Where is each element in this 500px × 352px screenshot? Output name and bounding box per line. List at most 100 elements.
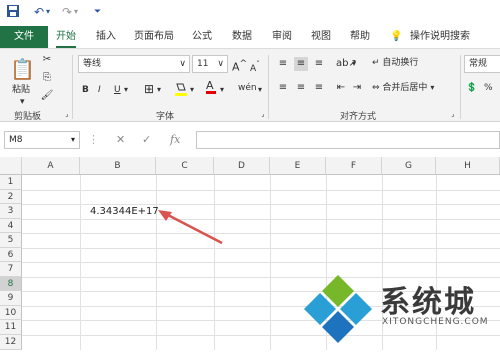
annotation-arrow bbox=[158, 210, 223, 245]
currency-icon[interactable]: 💲 bbox=[466, 81, 477, 95]
redo-icon[interactable]: ↷ bbox=[62, 4, 72, 20]
tell-me-search[interactable]: 操作说明搜索 bbox=[410, 26, 470, 48]
tab-insert[interactable]: 插入 bbox=[96, 26, 116, 48]
orientation-icon[interactable]: ab↗ bbox=[336, 57, 357, 71]
column-header-a[interactable]: A bbox=[22, 157, 80, 175]
row-header-7[interactable]: 7 bbox=[0, 262, 22, 277]
formula-input[interactable] bbox=[196, 131, 500, 149]
font-size-select[interactable]: 11 ∨ bbox=[192, 55, 228, 73]
wrap-text-button[interactable]: ↵ 自动换行 bbox=[372, 56, 418, 70]
redo-dropdown-icon[interactable]: ▾ bbox=[74, 4, 78, 20]
column-header-g[interactable]: G bbox=[382, 157, 436, 175]
format-painter-icon[interactable]: 🖌 bbox=[40, 89, 54, 103]
tab-page-layout[interactable]: 页面布局 bbox=[134, 26, 174, 48]
font-size-value: 11 bbox=[197, 59, 209, 69]
row-header-8[interactable]: 8 bbox=[0, 277, 22, 291]
font-color-dropdown-icon[interactable]: ▾ bbox=[220, 83, 224, 97]
font-group-label: 字体 bbox=[156, 112, 175, 122]
cell-b3[interactable]: 4.34344E+17 bbox=[90, 206, 159, 217]
tab-review[interactable]: 审阅 bbox=[272, 26, 292, 48]
watermark-subtitle: XITONGCHENG.COM bbox=[382, 317, 489, 327]
merge-center-button[interactable]: ⇔ 合并后居中 ▾ bbox=[372, 81, 434, 95]
divider bbox=[72, 55, 73, 119]
font-name-select[interactable]: 等线 ∨ bbox=[78, 55, 190, 73]
row-header-3[interactable]: 3 bbox=[0, 204, 22, 219]
alignment-group-label: 对齐方式 bbox=[340, 112, 377, 122]
column-header-b[interactable]: B bbox=[80, 157, 156, 175]
shrink-font-button[interactable]: Aˇ bbox=[250, 58, 260, 76]
fill-color-dropdown-icon[interactable]: ▾ bbox=[190, 83, 194, 97]
formula-bar: M8 ▾ ⋮ ✕ ✓ fx bbox=[0, 128, 500, 152]
row-header-11[interactable]: 11 bbox=[0, 320, 22, 335]
grow-font-button[interactable]: A^ bbox=[232, 57, 247, 75]
row-header-5[interactable]: 5 bbox=[0, 233, 22, 248]
row-header-6[interactable]: 6 bbox=[0, 248, 22, 262]
undo-dropdown-icon[interactable]: ▾ bbox=[46, 4, 50, 20]
orientation-dropdown-icon[interactable]: ▾ bbox=[352, 57, 356, 71]
customize-qat-icon[interactable]: ⏷ bbox=[94, 4, 101, 20]
insert-function-icon[interactable]: fx bbox=[170, 131, 180, 149]
fill-color-icon[interactable] bbox=[174, 81, 188, 102]
bold-button[interactable]: B bbox=[82, 83, 89, 97]
align-middle-icon[interactable]: ≡ bbox=[294, 57, 308, 71]
increase-indent-icon[interactable]: ⇥ bbox=[350, 81, 364, 95]
ribbon-tabs: 文件 开始 插入 页面布局 公式 数据 审阅 视图 帮助 💡 操作说明搜索 bbox=[0, 26, 500, 48]
undo-icon[interactable]: ↶ bbox=[34, 4, 44, 20]
column-header-h[interactable]: H bbox=[436, 157, 500, 175]
row-header-1[interactable]: 1 bbox=[0, 175, 22, 190]
paste-icon[interactable]: 📋 bbox=[10, 55, 35, 83]
align-right-icon[interactable]: ≡ bbox=[312, 81, 326, 95]
phonetic-icon[interactable]: wén bbox=[238, 81, 257, 95]
more-icon: ⋮ bbox=[88, 133, 99, 146]
column-header-f[interactable]: F bbox=[326, 157, 382, 175]
tab-file[interactable]: 文件 bbox=[0, 26, 48, 48]
border-icon[interactable]: ⊞ bbox=[144, 82, 154, 96]
divider bbox=[460, 55, 461, 119]
align-top-icon[interactable]: ≡ bbox=[276, 57, 290, 71]
alignment-launcher-icon[interactable]: ⌟ bbox=[446, 107, 460, 121]
percent-icon[interactable]: % bbox=[484, 81, 493, 95]
column-header-e[interactable]: E bbox=[270, 157, 326, 175]
name-box[interactable]: M8 ▾ bbox=[4, 131, 80, 149]
align-left-icon[interactable]: ≡ bbox=[276, 81, 290, 95]
merge-icon: ⇔ bbox=[372, 83, 380, 93]
tab-data[interactable]: 数据 bbox=[232, 26, 252, 48]
row-header-12[interactable]: 12 bbox=[0, 335, 22, 350]
underline-dropdown-icon[interactable]: ▾ bbox=[124, 83, 128, 97]
cut-icon[interactable]: ✂ bbox=[40, 53, 54, 67]
font-color-icon[interactable]: A bbox=[206, 79, 216, 94]
align-center-icon[interactable]: ≡ bbox=[294, 81, 308, 95]
underline-button[interactable]: U bbox=[114, 83, 121, 97]
phonetic-dropdown-icon[interactable]: ▾ bbox=[258, 83, 262, 97]
gridline bbox=[22, 219, 500, 220]
tab-help[interactable]: 帮助 bbox=[350, 26, 370, 48]
row-header-10[interactable]: 10 bbox=[0, 306, 22, 320]
number-format-select[interactable]: 常规 bbox=[464, 55, 500, 73]
gridline bbox=[22, 335, 500, 336]
column-header-d[interactable]: D bbox=[214, 157, 270, 175]
tab-formulas[interactable]: 公式 bbox=[192, 26, 212, 48]
ribbon-home: 📋 粘贴 ▾ ✂ ⎘ 🖌 剪贴板 ⌟ 等线 ∨ 11 ∨ A^ Aˇ B I U… bbox=[0, 48, 500, 122]
tab-home[interactable]: 开始 bbox=[56, 26, 76, 48]
decrease-indent-icon[interactable]: ⇤ bbox=[334, 81, 348, 95]
align-bottom-icon[interactable]: ≡ bbox=[312, 57, 326, 71]
copy-icon[interactable]: ⎘ bbox=[40, 71, 54, 85]
cancel-icon[interactable]: ✕ bbox=[116, 131, 125, 149]
wrap-text-icon: ↵ bbox=[372, 58, 380, 68]
column-header-c[interactable]: C bbox=[156, 157, 214, 175]
formula-controls: ⋮ ✕ ✓ fx bbox=[84, 131, 196, 149]
italic-button[interactable]: I bbox=[98, 83, 101, 97]
paste-dropdown-icon[interactable]: ▾ bbox=[20, 95, 25, 109]
save-icon[interactable] bbox=[6, 4, 20, 20]
row-header-9[interactable]: 9 bbox=[0, 291, 22, 306]
watermark-title: 系统城 bbox=[380, 285, 476, 320]
chevron-down-icon: ∨ bbox=[179, 59, 186, 69]
gridline bbox=[22, 233, 500, 234]
row-header-2[interactable]: 2 bbox=[0, 190, 22, 204]
border-dropdown-icon[interactable]: ▾ bbox=[157, 83, 161, 97]
tab-view[interactable]: 视图 bbox=[311, 26, 331, 48]
enter-icon[interactable]: ✓ bbox=[142, 131, 151, 149]
worksheet-grid: A B C D E F G H 1 2 3 4 5 6 7 8 9 10 11 … bbox=[0, 157, 500, 350]
row-header-4[interactable]: 4 bbox=[0, 219, 22, 233]
select-all-corner[interactable] bbox=[0, 157, 22, 175]
